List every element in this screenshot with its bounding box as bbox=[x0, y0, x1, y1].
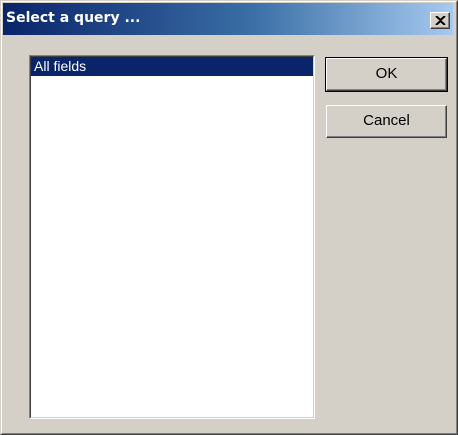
close-button[interactable] bbox=[430, 12, 450, 29]
query-dialog: Select a query ... All fields OK Cancel bbox=[0, 0, 458, 435]
list-item-all-fields[interactable]: All fields bbox=[31, 57, 313, 76]
cancel-button[interactable]: Cancel bbox=[326, 105, 447, 138]
title-bar[interactable]: Select a query ... bbox=[3, 3, 453, 35]
query-listbox[interactable]: All fields bbox=[29, 55, 315, 419]
close-icon bbox=[435, 16, 446, 25]
query-list: All fields bbox=[30, 56, 314, 418]
ok-button[interactable]: OK bbox=[325, 57, 448, 92]
dialog-title: Select a query ... bbox=[6, 10, 141, 26]
